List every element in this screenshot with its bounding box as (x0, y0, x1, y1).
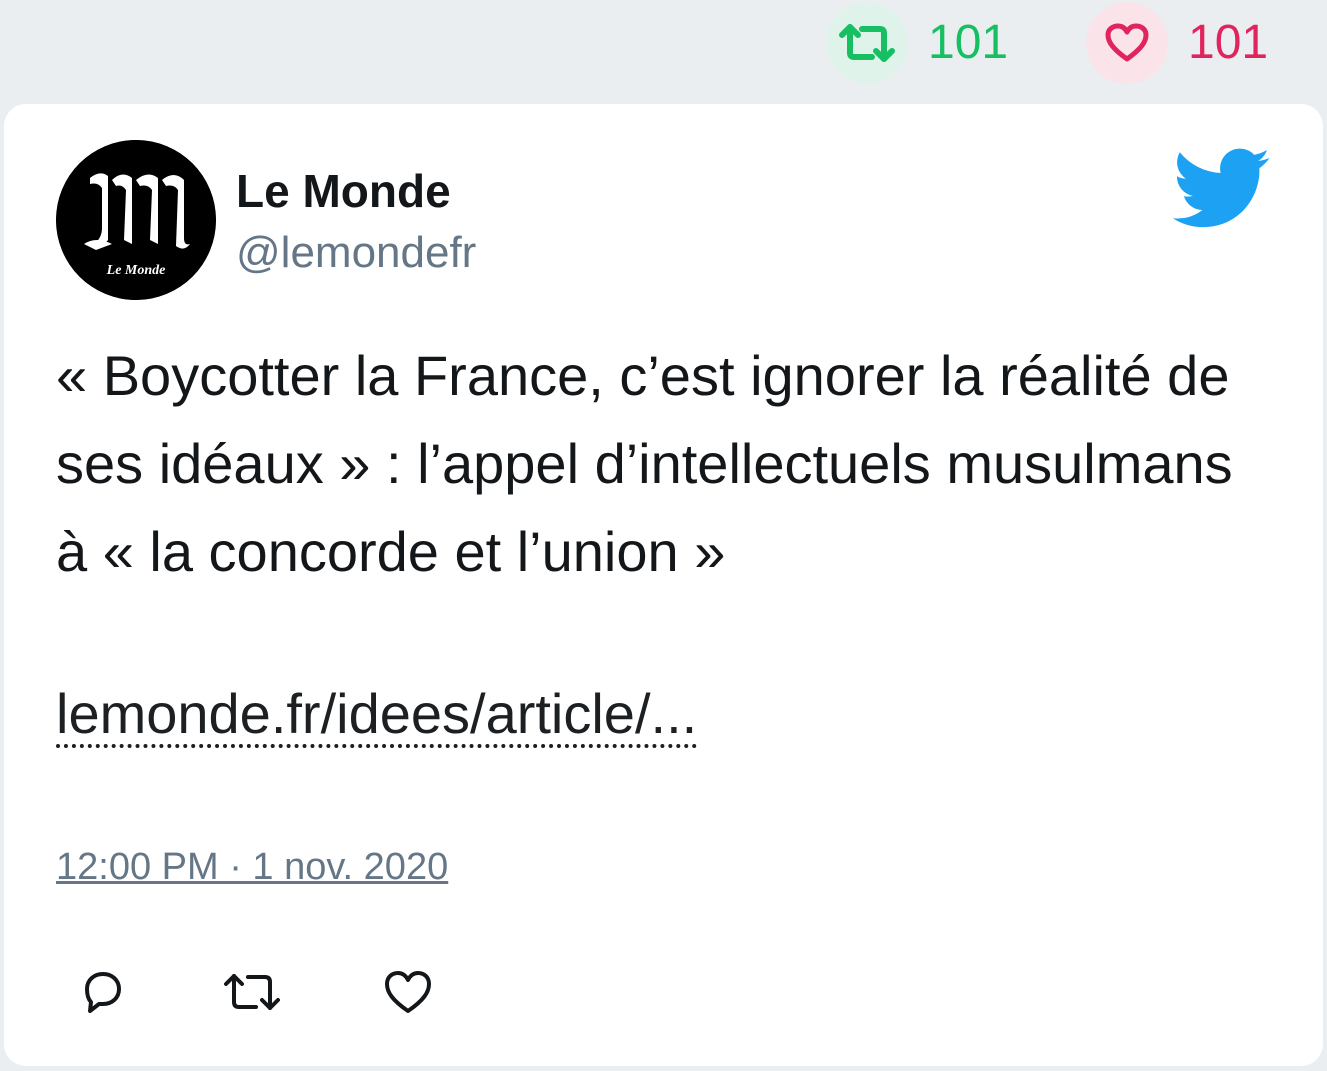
tweet-timestamp[interactable]: 12:00 PM · 1 nov. 2020 (56, 846, 448, 889)
retweet-count: 101 (928, 16, 1009, 69)
retweet-icon[interactable] (826, 2, 908, 84)
heart-icon[interactable] (1086, 2, 1168, 84)
author-name[interactable]: Le Monde (236, 164, 451, 218)
author-handle[interactable]: @lemondefr (236, 228, 476, 278)
reply-icon[interactable] (72, 962, 132, 1022)
retweet-stat[interactable]: 101 (826, 2, 1008, 84)
heart-icon[interactable] (378, 962, 438, 1022)
like-stat[interactable]: 101 (1086, 2, 1268, 84)
avatar[interactable]: Le Monde (56, 140, 216, 300)
retweet-icon[interactable] (222, 962, 282, 1022)
le-monde-logo: Le Monde (56, 140, 216, 300)
svg-text:Le Monde: Le Monde (106, 263, 166, 278)
article-link[interactable]: lemonde.fr/idees/article/... (56, 684, 698, 748)
tweet-card[interactable]: Le Monde Le Monde @lemondefr « Boycotter… (4, 104, 1323, 1066)
tweet-text: « Boycotter la France, c’est ignorer la … (56, 332, 1256, 596)
twitter-bird-icon[interactable] (1172, 148, 1272, 230)
like-count: 101 (1188, 16, 1269, 69)
engagement-bar: 101 101 (0, 0, 1327, 100)
tweet-body: « Boycotter la France, c’est ignorer la … (56, 344, 1233, 583)
